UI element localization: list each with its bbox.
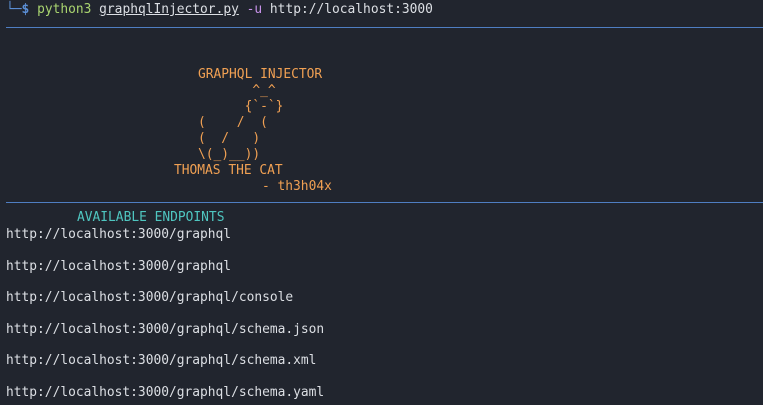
endpoints-heading: AVAILABLE ENDPOINTS	[77, 210, 225, 225]
banner-cat-name: THOMAS THE CAT	[174, 163, 283, 178]
endpoint-item[interactable]: http://localhost:3000/graphql/schema.xml	[6, 353, 316, 369]
endpoint-item[interactable]: http://localhost:3000/graphql/console	[6, 290, 293, 306]
endpoint-item[interactable]: http://localhost:3000/graphql	[6, 259, 231, 275]
command-script: graphqlInjector.py	[99, 2, 239, 17]
banner-author: - th3h04x	[262, 179, 332, 194]
endpoint-item[interactable]: http://localhost:3000/graphql	[6, 227, 231, 243]
endpoint-item[interactable]: http://localhost:3000/graphql/schema.yam…	[6, 385, 324, 401]
command-program: python3	[37, 2, 92, 17]
banner-art-line-2: {`-`}	[198, 99, 284, 114]
command-flag: -u	[246, 2, 263, 17]
banner-art-line-3: ( / (	[198, 115, 268, 130]
endpoint-item[interactable]: http://localhost:3000/graphql/schema.jso…	[6, 322, 324, 338]
banner-art-line-1: ^_^	[198, 83, 276, 98]
command-line: └─$ python3 graphqlInjector.py -u http:/…	[6, 2, 433, 18]
banner-art-line-5: \(_)__))	[198, 147, 261, 162]
banner-title: GRAPHQL INJECTOR	[198, 67, 323, 82]
prompt-symbol: $	[21, 2, 30, 17]
banner-art-line-4: ( / )	[198, 131, 261, 146]
command-url: http://localhost:3000	[269, 2, 433, 17]
middle-divider	[6, 202, 763, 203]
prompt-corner: └─	[6, 2, 22, 17]
terminal-window[interactable]: └─$ python3 graphqlInjector.py -u http:/…	[0, 0, 763, 405]
top-divider	[6, 27, 763, 28]
